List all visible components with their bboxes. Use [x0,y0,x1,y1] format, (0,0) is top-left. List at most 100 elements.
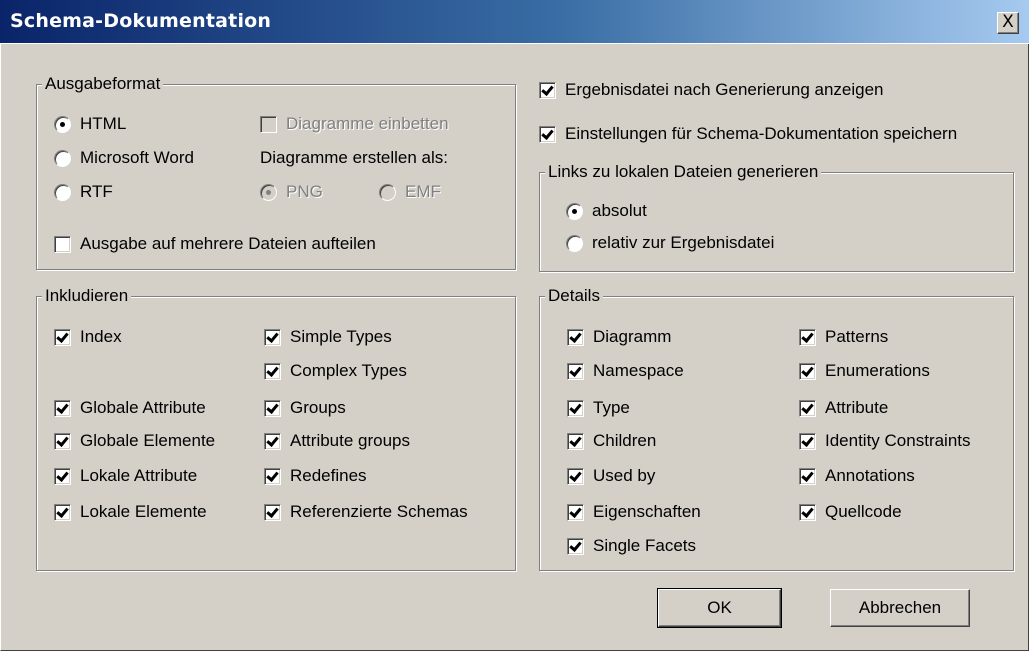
checkbox-complex-types[interactable]: Complex Types [264,361,407,381]
checkbox-single-facets[interactable]: Single Facets [567,536,696,556]
checkbox-globale-attribute-label: Globale Attribute [80,398,206,417]
checkbox-save-settings-label: Einstellungen für Schema-Dokumentation s… [565,124,958,143]
checkbox-quellcode-box [799,503,816,521]
radio-png[interactable]: PNG [260,182,323,202]
checkbox-type[interactable]: Type [567,398,630,418]
checkbox-split-output-label: Ausgabe auf mehrere Dateien aufteilen [80,234,376,253]
dialog-body: Ausgabeformat HTML Microsoft Word RTF Di… [0,44,1029,651]
checkbox-diagramm-label: Diagramm [593,327,672,346]
checkbox-lokale-elemente-box [54,503,71,521]
checkbox-save-settings[interactable]: Einstellungen für Schema-Dokumentation s… [539,124,957,144]
checkbox-used-by-box [567,467,584,485]
checkbox-children-box [567,432,584,450]
close-button[interactable]: X [997,12,1019,34]
checkbox-quellcode[interactable]: Quellcode [799,502,902,522]
checkbox-index[interactable]: Index [54,327,122,347]
checkbox-namespace[interactable]: Namespace [567,361,684,381]
checkbox-redefines[interactable]: Redefines [264,466,367,486]
checkbox-namespace-box [567,362,584,380]
radio-rtf[interactable]: RTF [54,182,113,202]
checkbox-single-facets-label: Single Facets [593,536,696,555]
checkbox-identity-constraints[interactable]: Identity Constraints [799,431,971,451]
checkbox-enumerations-label: Enumerations [825,361,930,380]
checkbox-used-by[interactable]: Used by [567,466,655,486]
checkbox-patterns-box [799,328,816,346]
checkbox-eigenschaften-label: Eigenschaften [593,502,701,521]
checkbox-globale-elemente[interactable]: Globale Elemente [54,431,215,451]
checkbox-attribute-groups-label: Attribute groups [290,431,411,450]
checkbox-diagramm[interactable]: Diagramm [567,327,671,347]
checkbox-attribute[interactable]: Attribute [799,398,888,418]
radio-emf[interactable]: EMF [379,182,441,202]
radio-absolut[interactable]: absolut [566,201,647,221]
radio-html-label: HTML [80,114,127,133]
checkbox-annotations[interactable]: Annotations [799,466,915,486]
checkbox-simple-types-box [264,328,281,346]
checkbox-complex-types-box [264,362,281,380]
diagramme-erstellen-als-label: Diagramme erstellen als: [260,148,449,167]
group-links-legend: Links zu lokalen Dateien generieren [545,162,822,182]
group-details-legend: Details [545,286,603,306]
checkbox-identity-constraints-label: Identity Constraints [825,431,971,450]
checkbox-used-by-label: Used by [593,466,656,485]
ok-button[interactable]: OK [657,588,782,628]
radio-emf-label: EMF [405,182,441,201]
radio-absolut-indicator [566,202,583,220]
checkbox-type-label: Type [593,398,630,417]
checkbox-attribute-groups[interactable]: Attribute groups [264,431,410,451]
radio-word[interactable]: Microsoft Word [54,148,194,168]
checkbox-enumerations[interactable]: Enumerations [799,361,930,381]
checkbox-eigenschaften-box [567,503,584,521]
cancel-button[interactable]: Abbrechen [830,589,970,627]
checkbox-save-settings-box [539,125,556,143]
checkbox-eigenschaften[interactable]: Eigenschaften [567,502,701,522]
checkbox-globale-elemente-label: Globale Elemente [80,431,216,450]
checkbox-simple-types[interactable]: Simple Types [264,327,392,347]
radio-html-indicator [54,115,71,133]
checkbox-diagramme-einbetten-box [260,115,277,133]
checkbox-lokale-attribute[interactable]: Lokale Attribute [54,466,197,486]
checkbox-groups[interactable]: Groups [264,398,346,418]
checkbox-globale-attribute[interactable]: Globale Attribute [54,398,206,418]
checkbox-diagramme-einbetten-label: Diagramme einbetten [286,114,449,133]
checkbox-lokale-attribute-label: Lokale Attribute [80,466,198,485]
checkbox-complex-types-label: Complex Types [290,361,407,380]
checkbox-show-result-box [539,81,556,99]
checkbox-globale-attribute-box [54,399,71,417]
radio-word-indicator [54,149,71,167]
checkbox-split-output[interactable]: Ausgabe auf mehrere Dateien aufteilen [54,234,376,254]
checkbox-index-label: Index [80,327,122,346]
radio-relativ[interactable]: relativ zur Ergebnisdatei [566,233,774,253]
checkbox-patterns-label: Patterns [825,327,889,346]
radio-png-indicator [260,183,277,201]
checkbox-diagramme-einbetten[interactable]: Diagramme einbetten [260,114,449,134]
checkbox-referenzierte-schemas-box [264,503,281,521]
checkbox-show-result[interactable]: Ergebnisdatei nach Generierung anzeigen [539,80,884,100]
checkbox-identity-constraints-box [799,432,816,450]
checkbox-redefines-label: Redefines [290,466,367,485]
checkbox-lokale-elemente[interactable]: Lokale Elemente [54,502,207,522]
checkbox-enumerations-box [799,362,816,380]
radio-emf-indicator [379,183,396,201]
checkbox-annotations-box [799,467,816,485]
radio-png-label: PNG [286,182,323,201]
group-links: Links zu lokalen Dateien generieren [539,162,1014,272]
radio-relativ-label: relativ zur Ergebnisdatei [592,233,775,252]
checkbox-patterns[interactable]: Patterns [799,327,888,347]
checkbox-children[interactable]: Children [567,431,656,451]
radio-rtf-label: RTF [80,182,113,201]
group-ausgabeformat-legend: Ausgabeformat [42,74,164,94]
radio-word-label: Microsoft Word [80,148,194,167]
checkbox-groups-label: Groups [290,398,346,417]
checkbox-attribute-groups-box [264,432,281,450]
checkbox-lokale-attribute-box [54,467,71,485]
checkbox-attribute-box [799,399,816,417]
checkbox-referenzierte-schemas[interactable]: Referenzierte Schemas [264,502,468,522]
checkbox-redefines-box [264,467,281,485]
radio-absolut-label: absolut [592,201,647,220]
checkbox-single-facets-box [567,537,584,555]
checkbox-lokale-elemente-label: Lokale Elemente [80,502,207,521]
radio-html[interactable]: HTML [54,114,126,134]
checkbox-show-result-label: Ergebnisdatei nach Generierung anzeigen [565,80,884,99]
checkbox-globale-elemente-box [54,432,71,450]
